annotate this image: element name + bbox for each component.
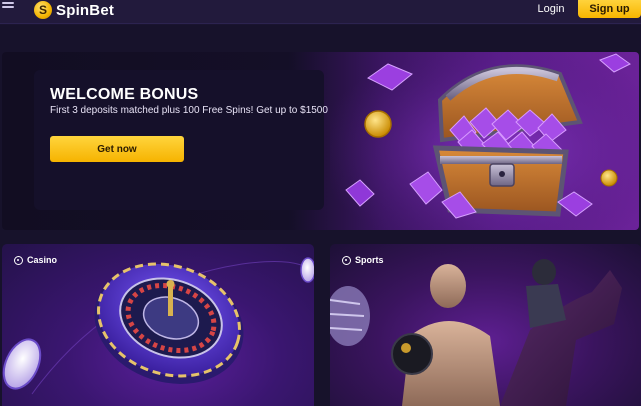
get-now-button[interactable]: Get now (50, 136, 184, 162)
signup-button[interactable]: Sign up (578, 0, 641, 18)
treasure-chest-illustration (330, 52, 639, 230)
brand-name: SpinBet (56, 1, 115, 19)
menu-icon[interactable] (0, 0, 18, 16)
roulette-wheel-illustration (2, 257, 314, 395)
login-button[interactable]: Login (527, 0, 575, 18)
sports-label-text: Sports (355, 255, 384, 265)
top-bar: S SpinBet Login Sign up (0, 0, 641, 24)
casino-card[interactable]: Casino (2, 244, 314, 406)
casino-label: Casino (14, 255, 57, 265)
sports-label: Sports (342, 255, 384, 265)
brand-logo[interactable]: S SpinBet (34, 0, 114, 20)
ball-icon (342, 255, 351, 265)
sports-athletes-illustration (330, 259, 622, 406)
hero-title: WELCOME BONUS (50, 86, 199, 103)
sports-card[interactable]: Sports (330, 244, 641, 406)
logo-coin-icon: S (34, 1, 52, 19)
hero-subtitle: First 3 deposits matched plus 100 Free S… (50, 105, 328, 116)
casino-label-text: Casino (27, 255, 58, 265)
chip-icon (14, 255, 23, 265)
